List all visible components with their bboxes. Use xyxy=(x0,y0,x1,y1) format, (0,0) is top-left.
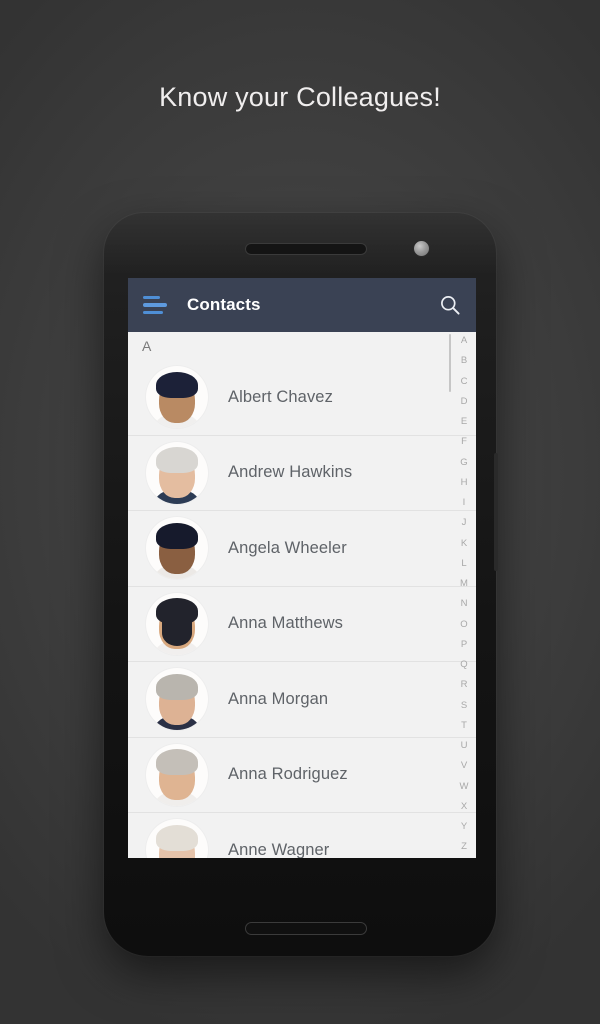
contacts-list[interactable]: A Albert Chavez Andrew Hawkins Angela Whee… xyxy=(128,332,476,858)
alphabet-index-letter[interactable]: T xyxy=(461,721,467,731)
contact-avatar xyxy=(146,668,208,731)
alphabet-index-letter[interactable]: W xyxy=(460,781,469,792)
alphabet-index-letter[interactable]: D xyxy=(461,397,468,407)
contact-row[interactable]: Anne Wagner xyxy=(128,813,476,858)
contact-row[interactable]: Andrew Hawkins xyxy=(128,435,476,511)
power-button[interactable] xyxy=(494,453,498,571)
alphabet-index-letter[interactable]: P xyxy=(461,640,467,650)
app-bar-title: Contacts xyxy=(187,295,261,314)
alphabet-index-letter[interactable]: M xyxy=(460,579,468,589)
app-bar: Contacts xyxy=(128,278,476,332)
bottom-speaker-icon xyxy=(245,922,367,935)
contact-avatar xyxy=(146,819,208,858)
alphabet-index-letter[interactable]: O xyxy=(460,619,467,630)
alphabet-index-letter[interactable]: R xyxy=(461,680,468,690)
contact-name: Anne Wagner xyxy=(228,840,330,858)
alphabet-index-letter[interactable]: Y xyxy=(461,822,467,832)
alphabet-index-letter[interactable]: F xyxy=(461,437,467,447)
contact-avatar xyxy=(146,517,208,580)
alphabet-index-letter[interactable]: H xyxy=(461,478,468,488)
section-header-letter: A xyxy=(128,332,476,360)
alphabet-index-letter[interactable]: K xyxy=(461,538,467,549)
contact-row[interactable]: Anna Morgan xyxy=(128,662,476,738)
alphabet-index-letter[interactable]: I xyxy=(463,498,466,508)
contact-row[interactable]: Albert Chavez xyxy=(128,360,476,436)
alphabet-index-letter[interactable]: S xyxy=(461,700,467,711)
contact-rows-container: Albert Chavez Andrew Hawkins Angela Wheele… xyxy=(128,360,476,858)
alphabet-index-sidebar[interactable]: ABCDEFGHIJKLMNOPQRSTUVWXYZ xyxy=(452,332,476,858)
contact-row[interactable]: Anna Matthews xyxy=(128,586,476,662)
alphabet-index-letter[interactable]: L xyxy=(461,559,466,569)
alphabet-index-letter[interactable]: E xyxy=(461,417,467,427)
contact-name: Anna Matthews xyxy=(228,614,344,633)
contact-name: Anna Rodriguez xyxy=(228,765,348,784)
contact-name: Albert Chavez xyxy=(228,387,333,406)
alphabet-index-letter[interactable]: J xyxy=(462,518,467,528)
contact-row[interactable]: Angela Wheeler xyxy=(128,511,476,587)
alphabet-index-letter[interactable]: V xyxy=(461,761,467,771)
list-scrollbar-thumb[interactable] xyxy=(449,334,451,392)
alphabet-index-letter[interactable]: G xyxy=(460,457,467,468)
alphabet-index-letter[interactable]: C xyxy=(461,376,468,387)
search-icon[interactable] xyxy=(439,294,461,316)
phone-screen: Contacts A Albert Chavez Andrew Hawkins An… xyxy=(128,278,476,858)
alphabet-index-letter[interactable]: U xyxy=(461,741,468,751)
contact-avatar xyxy=(146,366,208,429)
alphabet-index-letter[interactable]: Q xyxy=(460,660,467,670)
alphabet-index-letter[interactable]: B xyxy=(461,356,467,366)
contact-name: Andrew Hawkins xyxy=(228,463,353,482)
contact-avatar xyxy=(146,743,208,806)
front-camera-icon xyxy=(414,241,429,256)
alphabet-index-letter[interactable]: N xyxy=(461,599,468,609)
contact-avatar xyxy=(146,592,208,655)
contact-avatar xyxy=(146,441,208,504)
contact-name: Angela Wheeler xyxy=(228,538,347,557)
phone-device-frame: Contacts A Albert Chavez Andrew Hawkins An… xyxy=(104,213,498,956)
earpiece-speaker-icon xyxy=(245,243,367,255)
contact-name: Anna Morgan xyxy=(228,689,329,708)
alphabet-index-letter[interactable]: X xyxy=(461,802,467,812)
page-title: Know your Colleagues! xyxy=(159,82,441,112)
alphabet-index-letter[interactable]: A xyxy=(461,336,467,346)
hamburger-menu-icon[interactable] xyxy=(143,296,167,314)
alphabet-index-letter[interactable]: Z xyxy=(461,842,467,852)
contact-row[interactable]: Anna Rodriguez xyxy=(128,737,476,813)
